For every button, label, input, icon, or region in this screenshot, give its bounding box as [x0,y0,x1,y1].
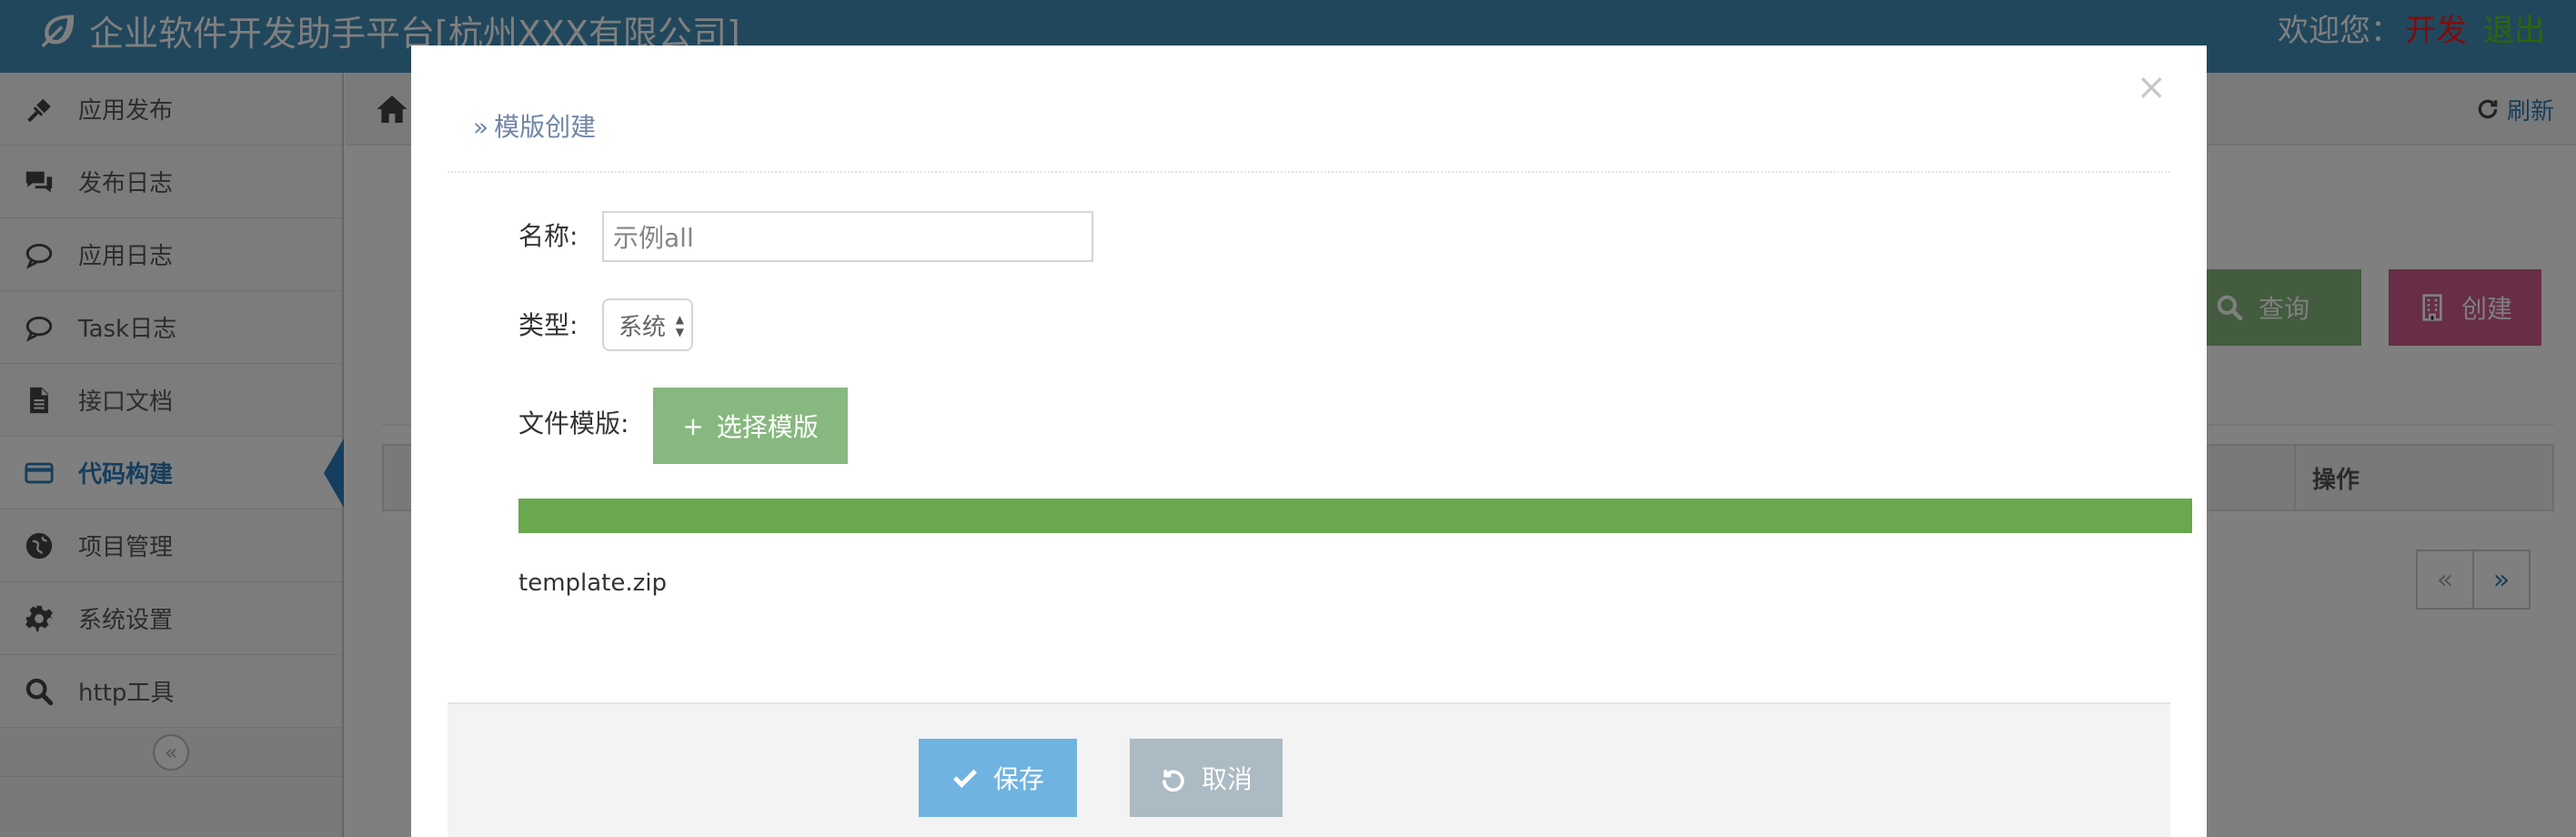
type-select-value: 系统 [619,313,667,341]
type-label: 类型: [518,310,579,340]
close-icon[interactable]: × [2136,69,2167,106]
modal-title: » 模版创建 [473,107,596,144]
modal-footer: 保存 取消 [448,702,2170,837]
type-select[interactable]: 系统 ▲ ▼ [602,298,693,351]
template-create-modal: × »模版创建 名称: 类型: 系统 ▲▼ 文件模版: + 选择模版 templ… [411,45,2207,837]
upload-progress-fill [518,499,2192,533]
cancel-button[interactable]: 取消 [1130,739,1283,817]
plus-icon: + [682,410,704,441]
cancel-button-label: 取消 [1201,764,1253,794]
choose-template-label: 选择模版 [716,412,819,442]
modal-title-text: 模版创建 [494,112,597,142]
uploaded-file-name: template.zip [518,570,668,597]
file-template-label: 文件模版: [518,408,629,439]
modal-divider [448,171,2170,173]
select-arrows-icon: ▲ ▼ [675,313,684,338]
name-input[interactable] [602,211,1093,262]
check-icon [952,769,978,789]
name-label: 名称: [518,221,579,251]
upload-progress-bar [518,499,2192,533]
choose-template-button[interactable]: + 选择模版 [653,388,848,464]
save-button[interactable]: 保存 [919,739,1077,817]
undo-icon [1162,770,1184,792]
double-chevron-right-icon: » [473,112,489,142]
save-button-label: 保存 [992,764,1044,794]
